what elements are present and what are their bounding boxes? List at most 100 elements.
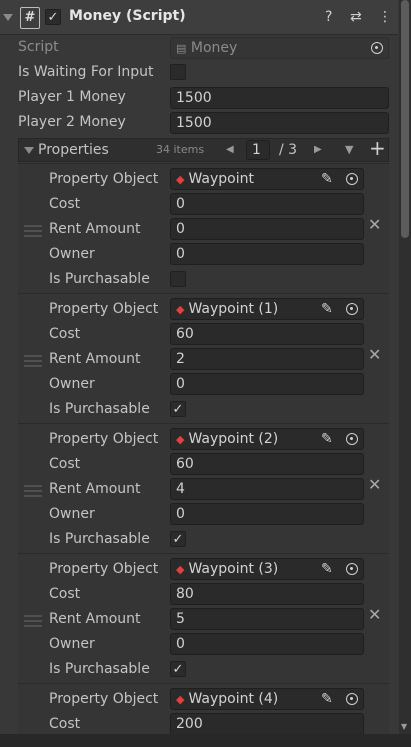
owner-label: Owner bbox=[49, 506, 95, 522]
remove-element-icon[interactable]: ✕ bbox=[368, 345, 381, 365]
player2-money-input[interactable]: 1500 bbox=[170, 112, 389, 134]
cost-input[interactable]: 80 bbox=[170, 583, 364, 605]
property-object-field[interactable]: ◆ Waypoint (3) ✎ bbox=[170, 558, 364, 580]
script-value: Money bbox=[190, 40, 238, 56]
player1-money-label: Player 1 Money bbox=[18, 89, 126, 105]
page-input[interactable]: 1 bbox=[246, 140, 270, 160]
target-icon[interactable] bbox=[346, 303, 358, 315]
remove-element-icon[interactable]: ✕ bbox=[368, 605, 381, 625]
foldout-arrow-icon[interactable] bbox=[3, 14, 13, 21]
drag-handle-icon[interactable] bbox=[24, 355, 42, 367]
gameobject-icon: ◆ bbox=[176, 303, 185, 316]
cost-label: Cost bbox=[49, 196, 81, 212]
remove-element-icon[interactable]: ✕ bbox=[368, 215, 381, 235]
rent-amount-label: Rent Amount bbox=[49, 221, 141, 237]
drag-handle-icon[interactable] bbox=[24, 485, 42, 497]
cost-input[interactable]: 0 bbox=[170, 193, 364, 215]
cost-label: Cost bbox=[49, 456, 81, 472]
add-element-icon[interactable]: + bbox=[369, 138, 386, 158]
properties-label: Properties bbox=[38, 142, 109, 158]
drag-handle-icon[interactable] bbox=[24, 225, 42, 237]
owner-input[interactable]: 0 bbox=[170, 243, 364, 265]
property-object-field[interactable]: ◆ Waypoint ✎ bbox=[170, 168, 364, 190]
property-object-label: Property Object bbox=[49, 561, 159, 577]
scroll-down-icon[interactable]: ▼ bbox=[401, 722, 407, 731]
owner-input[interactable]: 0 bbox=[170, 373, 364, 395]
is-purchasable-checkbox[interactable]: ✓ bbox=[170, 531, 186, 547]
prev-page-icon[interactable]: ◀ bbox=[226, 140, 234, 160]
page-dropdown-icon[interactable]: ▼ bbox=[345, 140, 353, 160]
owner-label: Owner bbox=[49, 246, 95, 262]
cost-label: Cost bbox=[49, 326, 81, 342]
cost-input[interactable]: 60 bbox=[170, 453, 364, 475]
target-icon bbox=[371, 42, 383, 54]
property-object-label: Property Object bbox=[49, 691, 159, 707]
target-icon[interactable] bbox=[346, 693, 358, 705]
property-object-value: Waypoint (4) bbox=[188, 691, 279, 707]
scrollbar-thumb[interactable] bbox=[401, 0, 409, 238]
component-title: Money (Script) bbox=[69, 8, 186, 24]
pencil-icon[interactable]: ✎ bbox=[321, 299, 333, 319]
is-purchasable-checkbox[interactable]: ✓ bbox=[170, 401, 186, 417]
pencil-icon[interactable]: ✎ bbox=[321, 169, 333, 189]
target-icon[interactable] bbox=[346, 433, 358, 445]
property-object-label: Property Object bbox=[49, 171, 159, 187]
gameobject-icon: ◆ bbox=[176, 693, 185, 706]
script-field: ▤ Money bbox=[170, 37, 389, 59]
script-file-icon: ▤ bbox=[176, 42, 187, 55]
property-object-label: Property Object bbox=[49, 431, 159, 447]
pencil-icon[interactable]: ✎ bbox=[321, 429, 333, 449]
properties-count: 34 items bbox=[156, 143, 205, 156]
is-purchasable-checkbox[interactable] bbox=[170, 271, 186, 287]
player1-money-input[interactable]: 1500 bbox=[170, 87, 389, 109]
property-object-value: Waypoint (1) bbox=[188, 301, 279, 317]
owner-input[interactable]: 0 bbox=[170, 503, 364, 525]
rent-amount-label: Rent Amount bbox=[49, 481, 141, 497]
gameobject-icon: ◆ bbox=[176, 563, 185, 576]
cost-label: Cost bbox=[49, 586, 81, 602]
target-icon[interactable] bbox=[346, 173, 358, 185]
waiting-checkbox[interactable] bbox=[170, 64, 186, 80]
is-purchasable-label: Is Purchasable bbox=[49, 271, 150, 287]
properties-foldout-icon[interactable] bbox=[24, 147, 34, 154]
page-total: / 3 bbox=[279, 142, 298, 158]
pencil-icon[interactable]: ✎ bbox=[321, 559, 333, 579]
rent-amount-input[interactable]: 5 bbox=[170, 608, 364, 630]
pencil-icon[interactable]: ✎ bbox=[321, 689, 333, 709]
player2-money-label: Player 2 Money bbox=[18, 114, 126, 130]
is-purchasable-label: Is Purchasable bbox=[49, 401, 150, 417]
help-icon[interactable]: ? bbox=[325, 9, 332, 25]
more-icon[interactable]: ⋮ bbox=[378, 9, 392, 25]
target-icon[interactable] bbox=[346, 563, 358, 575]
drag-handle-icon[interactable] bbox=[24, 615, 42, 627]
property-object-value: Waypoint bbox=[188, 171, 254, 187]
property-object-field[interactable]: ◆ Waypoint (4) ✎ bbox=[170, 688, 364, 710]
properties-list-header[interactable]: Properties 34 items ◀ 1 / 3 ▶ ▼ + bbox=[18, 138, 389, 162]
rent-amount-input[interactable]: 0 bbox=[170, 218, 364, 240]
cost-input[interactable]: 60 bbox=[170, 323, 364, 345]
next-page-icon[interactable]: ▶ bbox=[314, 140, 322, 160]
owner-input[interactable]: 0 bbox=[170, 633, 364, 655]
rent-amount-label: Rent Amount bbox=[49, 351, 141, 367]
property-object-field[interactable]: ◆ Waypoint (2) ✎ bbox=[170, 428, 364, 450]
remove-element-icon[interactable]: ✕ bbox=[368, 475, 381, 495]
cost-label: Cost bbox=[49, 716, 81, 732]
component-header[interactable]: # ✓ Money (Script) ? ⇄ ⋮ bbox=[0, 0, 398, 35]
property-object-value: Waypoint (3) bbox=[188, 561, 279, 577]
property-object-value: Waypoint (2) bbox=[188, 431, 279, 447]
script-label: Script bbox=[18, 39, 59, 55]
gameobject-icon: ◆ bbox=[176, 433, 185, 446]
property-object-field[interactable]: ◆ Waypoint (1) ✎ bbox=[170, 298, 364, 320]
enabled-checkbox[interactable]: ✓ bbox=[45, 9, 61, 25]
is-purchasable-label: Is Purchasable bbox=[49, 661, 150, 677]
cost-input[interactable]: 200 bbox=[170, 713, 364, 735]
script-hash-icon: # bbox=[20, 7, 40, 29]
presets-icon[interactable]: ⇄ bbox=[350, 9, 362, 25]
rent-amount-label: Rent Amount bbox=[49, 611, 141, 627]
owner-label: Owner bbox=[49, 376, 95, 392]
rent-amount-input[interactable]: 2 bbox=[170, 348, 364, 370]
rent-amount-input[interactable]: 4 bbox=[170, 478, 364, 500]
is-purchasable-checkbox[interactable]: ✓ bbox=[170, 661, 186, 677]
is-purchasable-label: Is Purchasable bbox=[49, 531, 150, 547]
gameobject-icon: ◆ bbox=[176, 173, 185, 186]
